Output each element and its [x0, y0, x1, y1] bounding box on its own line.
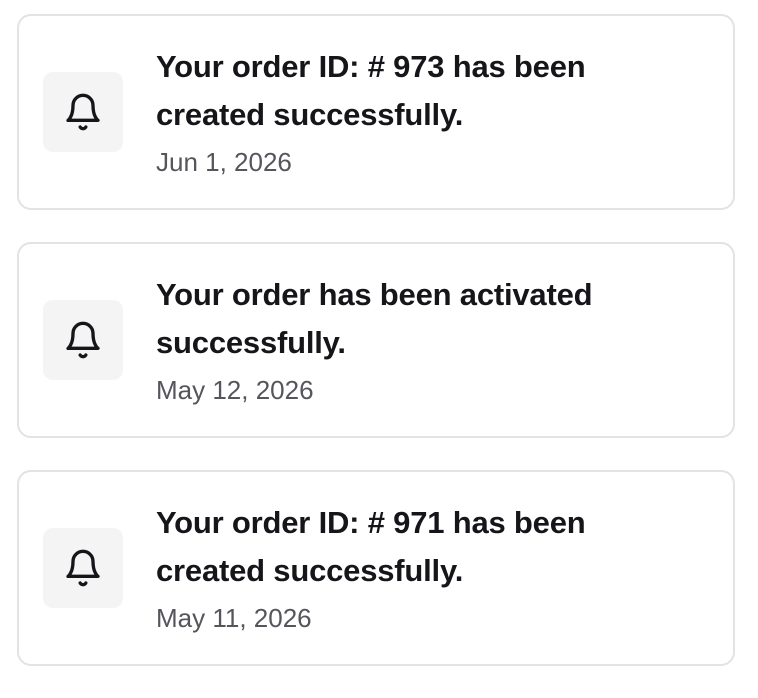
notification-icon-container — [43, 528, 123, 608]
notification-content: Your order ID: # 973 has been created su… — [156, 43, 673, 179]
notification-message: Your order ID: # 971 has been created su… — [156, 505, 586, 588]
notification-card[interactable]: Your order ID: # 971 has been created su… — [17, 470, 735, 666]
notification-card[interactable]: Your order has been activated successful… — [17, 242, 735, 438]
notification-content: Your order ID: # 971 has been created su… — [156, 499, 673, 635]
notification-icon-container — [43, 72, 123, 152]
notification-message: Your order ID: # 973 has been created su… — [156, 49, 586, 132]
notification-date: Jun 1, 2026 — [156, 147, 292, 177]
notification-date: May 12, 2026 — [156, 375, 314, 405]
bell-icon — [66, 93, 100, 131]
notification-date: May 11, 2026 — [156, 603, 312, 633]
notification-list: Your order ID: # 973 has been created su… — [17, 14, 735, 698]
bell-icon — [66, 321, 100, 359]
notification-message: Your order has been activated successful… — [156, 277, 593, 360]
notification-content: Your order has been activated successful… — [156, 271, 673, 407]
notification-card[interactable]: Your order ID: # 973 has been created su… — [17, 14, 735, 210]
bell-icon — [66, 549, 100, 587]
notification-icon-container — [43, 300, 123, 380]
